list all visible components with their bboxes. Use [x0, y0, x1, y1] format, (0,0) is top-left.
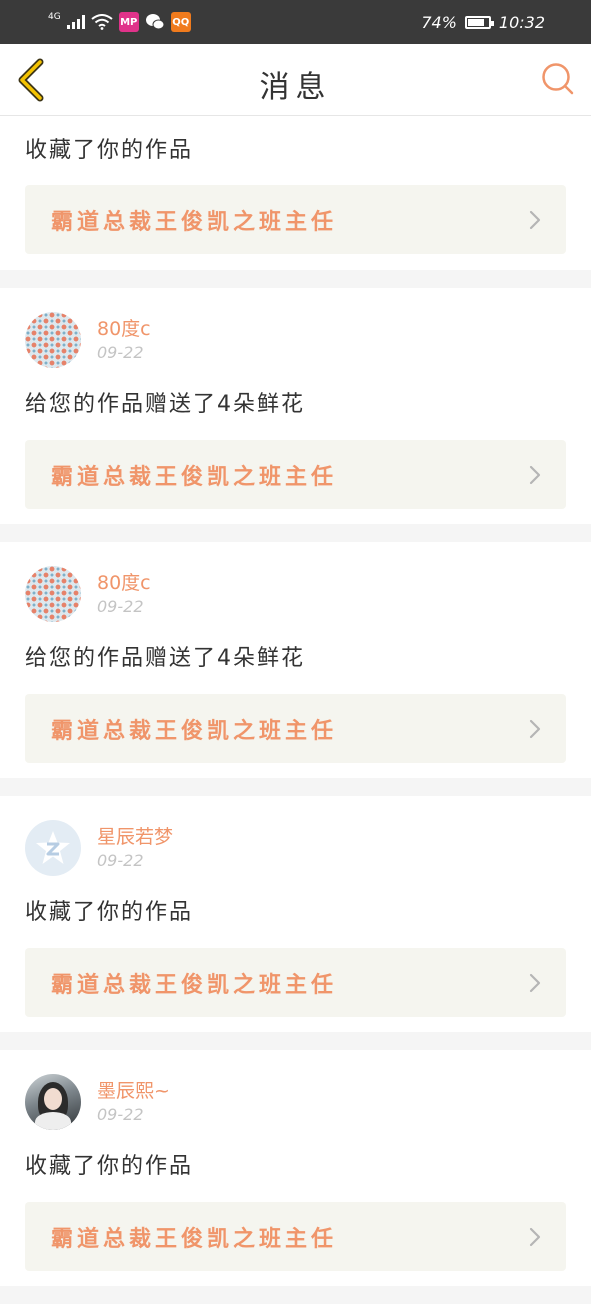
- message-card: 收藏了你的作品 霸道总裁王俊凯之班主任: [0, 116, 591, 270]
- clock: 10:32: [498, 12, 545, 32]
- work-link[interactable]: 霸道总裁王俊凯之班主任: [25, 694, 566, 763]
- username[interactable]: 星辰若梦: [97, 824, 173, 850]
- page-title: 消息: [259, 70, 332, 105]
- message-user-row: 墨辰熙~ 09-22: [25, 1074, 566, 1130]
- work-link[interactable]: 霸道总裁王俊凯之班主任: [25, 440, 566, 509]
- mp-app-icon: MP: [118, 12, 139, 32]
- app-header: 消息: [0, 44, 591, 116]
- default-avatar-star-icon: [36, 831, 70, 864]
- work-link[interactable]: 霸道总裁王俊凯之班主任: [25, 1202, 566, 1271]
- chevron-right-icon: [529, 1227, 541, 1246]
- orange-app-icon: QQ: [170, 12, 191, 32]
- battery-icon: [464, 15, 494, 29]
- message-date: 09-22: [97, 343, 144, 362]
- status-right: 74% 10:32: [421, 10, 545, 34]
- message-card: 星辰若梦 09-22 收藏了你的作品 霸道总裁王俊凯之班主任: [0, 796, 591, 1032]
- network-type: 4G: [48, 11, 61, 22]
- work-title: 霸道总裁王俊凯之班主任: [51, 1226, 338, 1252]
- chevron-right-icon: [529, 465, 541, 484]
- message-date: 09-22: [97, 1105, 144, 1124]
- message-user-row: 星辰若梦 09-22: [25, 820, 566, 876]
- message-date: 09-22: [97, 597, 144, 616]
- chevron-right-icon: [529, 210, 541, 229]
- status-bar: 4G MP QQ 74% 10:32: [0, 0, 591, 44]
- message-card: 墨辰熙~ 09-22 收藏了你的作品 霸道总裁王俊凯之班主任: [0, 1050, 591, 1286]
- work-link[interactable]: 霸道总裁王俊凯之班主任: [25, 948, 566, 1017]
- work-title: 霸道总裁王俊凯之班主任: [51, 209, 338, 235]
- message-user-row: 80度c 09-22: [25, 312, 566, 368]
- username[interactable]: 80度c: [97, 570, 151, 596]
- message-action-text: 收藏了你的作品: [25, 1154, 194, 1179]
- work-title: 霸道总裁王俊凯之班主任: [51, 972, 338, 998]
- username[interactable]: 墨辰熙~: [97, 1078, 170, 1104]
- search-icon[interactable]: [541, 62, 575, 96]
- work-title: 霸道总裁王俊凯之班主任: [51, 464, 338, 490]
- message-card: 80度c 09-22 给您的作品赠送了4朵鲜花 霸道总裁王俊凯之班主任: [0, 542, 591, 778]
- battery-percent: 74%: [421, 12, 457, 32]
- avatar[interactable]: [25, 566, 81, 622]
- message-action-text: 收藏了你的作品: [25, 138, 194, 163]
- wifi-icon: [91, 14, 113, 30]
- work-title: 霸道总裁王俊凯之班主任: [51, 718, 338, 744]
- message-date: 09-22: [97, 851, 144, 870]
- username[interactable]: 80度c: [97, 316, 151, 342]
- chevron-right-icon: [529, 973, 541, 992]
- status-left: 4G MP QQ: [48, 10, 191, 34]
- signal-icon: [66, 15, 85, 29]
- wechat-icon: [145, 14, 165, 30]
- message-action-text: 给您的作品赠送了4朵鲜花: [25, 392, 305, 417]
- chevron-right-icon: [529, 719, 541, 738]
- work-link[interactable]: 霸道总裁王俊凯之班主任: [25, 185, 566, 254]
- message-action-text: 给您的作品赠送了4朵鲜花: [25, 646, 305, 671]
- message-action-text: 收藏了你的作品: [25, 900, 194, 925]
- avatar[interactable]: [25, 820, 81, 876]
- message-list: 收藏了你的作品 霸道总裁王俊凯之班主任 80度c 09-22 给您的作品赠送了4…: [0, 116, 591, 1304]
- avatar[interactable]: [25, 312, 81, 368]
- message-card: 80度c 09-22 给您的作品赠送了4朵鲜花 霸道总裁王俊凯之班主任: [0, 288, 591, 524]
- message-user-row: 80度c 09-22: [25, 566, 566, 622]
- avatar[interactable]: [25, 1074, 81, 1130]
